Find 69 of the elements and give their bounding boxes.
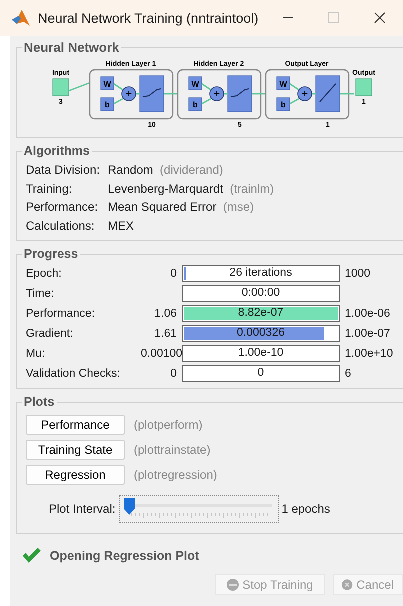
- window-title: Neural Network Training (nntraintool): [38, 10, 260, 26]
- progress-label: Gradient:: [26, 328, 74, 340]
- bias-block: b: [100, 98, 114, 112]
- algorithm-label: Data Division:: [26, 162, 102, 178]
- slider-thumb[interactable]: [124, 498, 135, 515]
- connector: [164, 93, 178, 95]
- sum-node: +: [298, 86, 312, 102]
- connector: [289, 83, 317, 105]
- connector: [201, 83, 229, 105]
- plot-interval-slider[interactable]: [118, 495, 279, 523]
- function-name: (plotperform): [134, 418, 203, 432]
- target-value: 1.00e+10: [345, 348, 394, 360]
- weight-block: W: [276, 76, 290, 90]
- progress-label: Validation Checks:: [26, 368, 122, 380]
- weight-block: W: [100, 76, 114, 90]
- start-value: 1.61: [154, 328, 177, 340]
- check-icon: [22, 548, 41, 563]
- function-name: (plotregression): [134, 468, 218, 482]
- function-name: (trainlm): [230, 182, 274, 196]
- panel-title: Plots: [23, 395, 56, 409]
- target-value: 1.00e-07: [345, 328, 390, 340]
- panel-title: Algorithms: [23, 144, 91, 158]
- function-name: (mse): [223, 200, 254, 214]
- progress-value: 0.000326: [236, 326, 286, 341]
- algorithm-value: Random: [108, 163, 154, 177]
- progress-label: Mu:: [26, 348, 46, 360]
- plot-button[interactable]: Performance: [26, 415, 125, 435]
- bias-block: b: [188, 98, 202, 112]
- panel-title: Progress: [23, 247, 80, 261]
- algorithm-value: MEX: [108, 218, 134, 232]
- stop-icon: [226, 578, 239, 590]
- connector: [68, 82, 90, 92]
- start-value: 1.06: [154, 308, 177, 320]
- algorithm-label: Calculations:: [26, 218, 96, 234]
- plot-interval-label: Plot Interval:: [49, 502, 116, 516]
- plot-button[interactable]: Regression: [26, 465, 125, 485]
- app-logo-icon: [12, 10, 30, 26]
- plot-interval-value: 1 epochs: [282, 502, 330, 516]
- input-node: [52, 78, 70, 96]
- start-value: 0: [170, 268, 177, 280]
- connector: [340, 93, 354, 95]
- sum-node: +: [122, 86, 136, 102]
- target-value: 1000: [345, 268, 371, 280]
- target-value: 6: [345, 368, 352, 380]
- progress-label: Performance:: [26, 308, 96, 320]
- close-button[interactable]: [374, 12, 386, 24]
- progress-label: Epoch:: [26, 268, 63, 280]
- bias-block: b: [276, 98, 290, 112]
- algorithm-label: Training:: [26, 180, 74, 197]
- algorithm-value: Levenberg-Marquardt: [108, 182, 224, 196]
- target-value: 1.00e-06: [345, 308, 390, 320]
- function-name: (dividerand): [160, 163, 224, 177]
- connector: [113, 83, 141, 105]
- algorithm-value: Mean Squared Error: [108, 200, 217, 214]
- weight-block: W: [188, 76, 202, 90]
- progress-value: 26 iterations: [228, 266, 294, 281]
- panel-title: Neural Network: [23, 40, 120, 55]
- start-value: 0: [170, 368, 177, 380]
- sum-node: +: [210, 86, 224, 102]
- start-value: 0.00100: [141, 348, 183, 360]
- plot-button[interactable]: Training State: [26, 440, 125, 460]
- connector: [252, 93, 266, 95]
- progress-label: Time:: [26, 288, 56, 300]
- function-name: (plottrainstate): [134, 443, 211, 457]
- output-node: [356, 78, 372, 96]
- progress-value: 8.82e-07: [237, 306, 285, 321]
- cancel-icon: [342, 578, 353, 590]
- status-message: Opening Regression Plot: [50, 548, 200, 562]
- algorithm-label: Performance:: [26, 199, 100, 216]
